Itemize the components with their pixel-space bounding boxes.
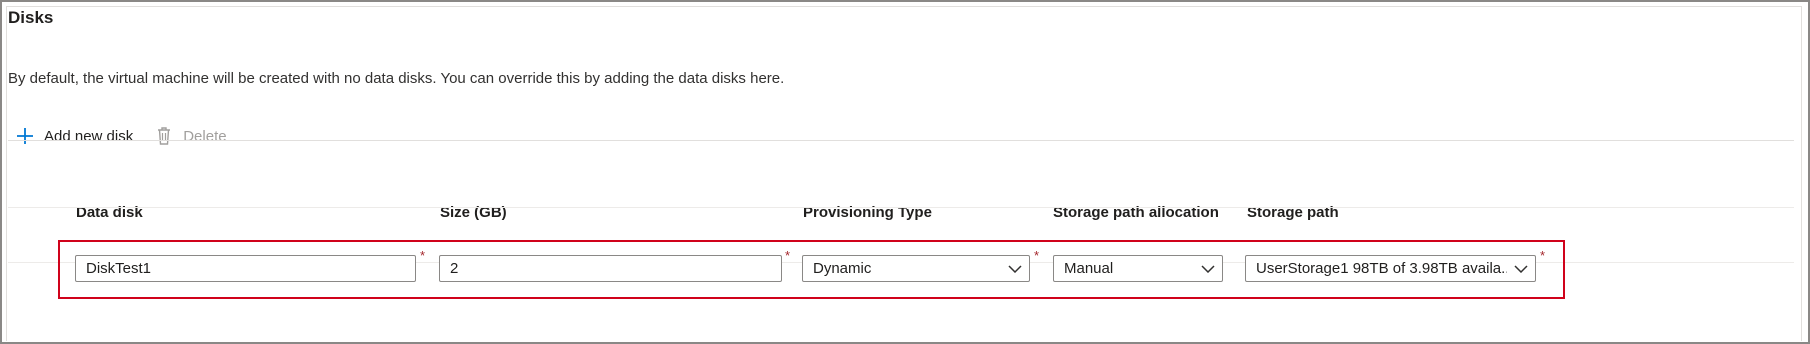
trash-icon bbox=[153, 125, 175, 147]
header-divider bbox=[8, 207, 1794, 208]
plus-icon bbox=[14, 125, 36, 147]
highlight-box bbox=[58, 240, 1565, 299]
section-title: Disks bbox=[8, 8, 54, 27]
section-description: By default, the virtual machine will be … bbox=[8, 70, 785, 87]
toolbar: Add new disk Delete bbox=[14, 123, 247, 149]
add-new-disk-label: Add new disk bbox=[44, 127, 134, 145]
toolbar-divider bbox=[8, 140, 1794, 141]
delete-label: Delete bbox=[183, 127, 227, 145]
add-new-disk-button[interactable]: Add new disk bbox=[14, 125, 133, 147]
delete-button[interactable]: Delete bbox=[153, 125, 227, 147]
